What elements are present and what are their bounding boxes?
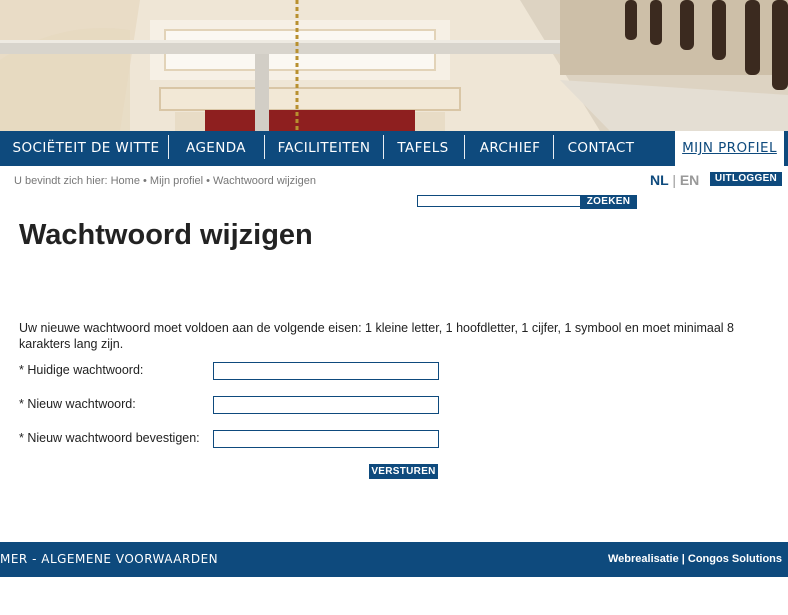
logout-button[interactable]: UITLOGGEN — [710, 172, 782, 186]
current-password-field[interactable] — [213, 362, 439, 380]
lang-en-link[interactable]: EN — [680, 172, 699, 188]
nav-item-mijn-profiel[interactable]: MIJN PROFIEL — [675, 131, 784, 166]
language-switch: NL | EN — [650, 172, 699, 188]
nav-divider — [464, 135, 465, 159]
password-requirements: Uw nieuwe wachtwoord moet voldoen aan de… — [19, 321, 734, 351]
nav-item-tafels[interactable]: TAFELS — [390, 131, 456, 166]
main-nav: SOCIËTEIT DE WITTE AGENDA FACILITEITEN T… — [0, 131, 788, 166]
nav-divider — [383, 135, 384, 159]
lang-nl-link[interactable]: NL — [650, 172, 668, 188]
confirm-password-field[interactable] — [213, 430, 439, 448]
breadcrumb: U bevindt zich hier: Home • Mijn profiel… — [14, 175, 316, 187]
nav-divider — [553, 135, 554, 159]
new-password-field[interactable] — [213, 396, 439, 414]
footer-links[interactable]: MER - ALGEMENE VOORWAARDEN — [0, 542, 218, 577]
footer-credit[interactable]: Webrealisatie | Congos Solutions — [608, 542, 782, 577]
nav-item-mijn-profiel-label: MIJN PROFIEL — [682, 140, 777, 156]
current-password-label: * Huidige wachtwoord: — [19, 363, 144, 377]
search-button[interactable]: ZOEKEN — [580, 195, 637, 209]
nav-divider — [168, 135, 169, 159]
nav-item-societeit[interactable]: SOCIËTEIT DE WITTE — [10, 131, 162, 166]
lang-separator: | — [672, 172, 676, 188]
nav-item-faciliteiten[interactable]: FACILITEITEN — [271, 131, 377, 166]
new-password-label: * Nieuw wachtwoord: — [19, 397, 136, 411]
search-input[interactable] — [417, 195, 581, 207]
header-photo — [0, 0, 788, 131]
confirm-password-label: * Nieuw wachtwoord bevestigen: — [19, 431, 200, 445]
nav-divider — [264, 135, 265, 159]
nav-item-contact[interactable]: CONTACT — [560, 131, 642, 166]
footer: MER - ALGEMENE VOORWAARDEN Webrealisatie… — [0, 542, 788, 577]
nav-item-agenda[interactable]: AGENDA — [175, 131, 257, 166]
nav-item-archief[interactable]: ARCHIEF — [471, 131, 549, 166]
page-title: Wachtwoord wijzigen — [19, 219, 313, 251]
submit-button[interactable]: VERSTUREN — [369, 464, 438, 479]
